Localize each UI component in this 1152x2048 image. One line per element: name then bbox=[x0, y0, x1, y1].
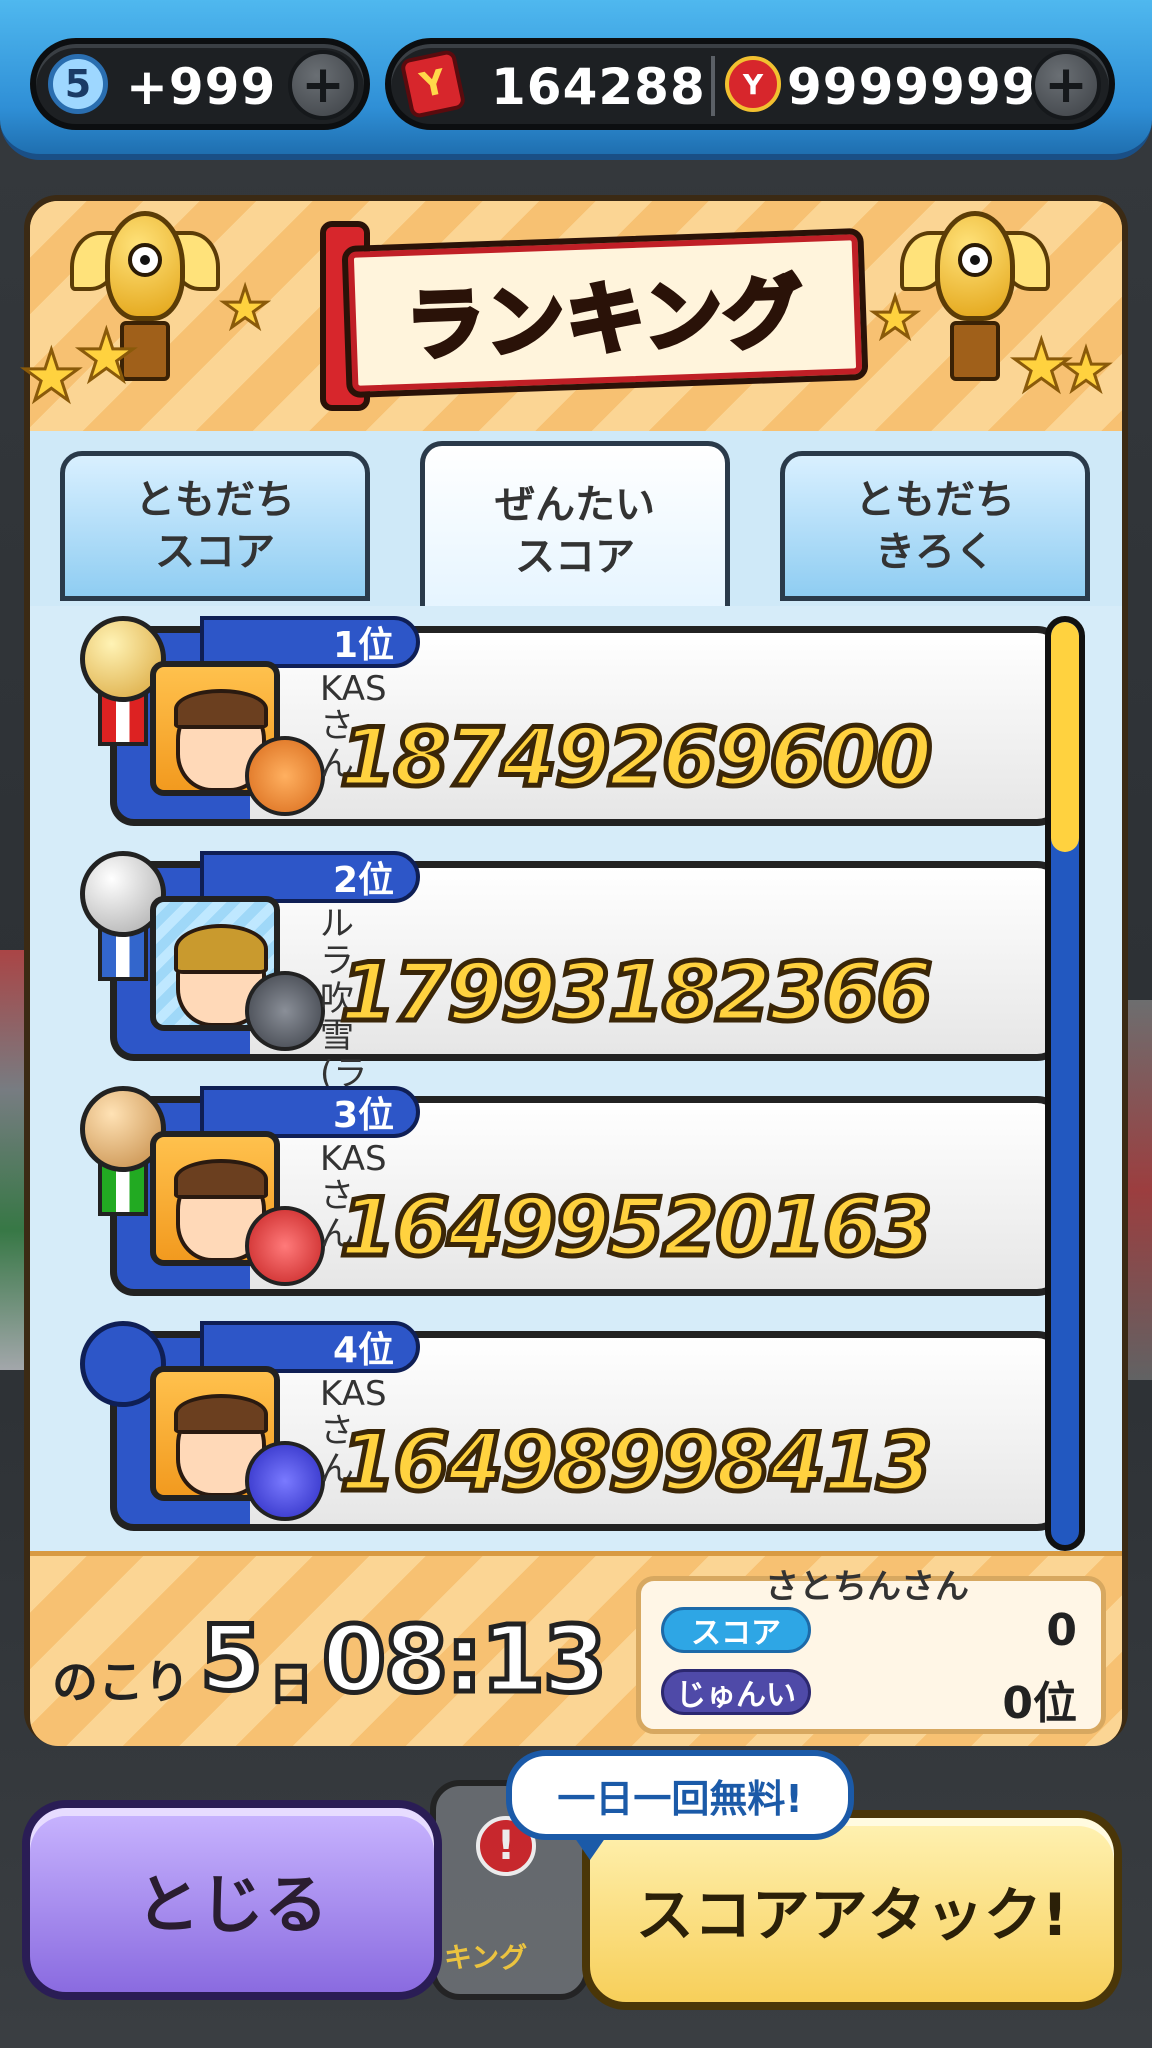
player-score: 16499520163 bbox=[337, 1179, 934, 1277]
tab-label: ともだち bbox=[135, 477, 295, 523]
status-bar: 5 +999 + Y 164288 Y 9999999 + bbox=[0, 0, 1152, 160]
yokai-icon bbox=[245, 971, 325, 1051]
plus-icon: + bbox=[301, 55, 345, 115]
tab-label: スコア bbox=[155, 529, 275, 575]
tab-label: ともだち bbox=[855, 477, 1015, 523]
spirit-flame-icon: 5 bbox=[48, 54, 108, 114]
ranking-footer: のこり 5 日 08:13 さとちんさん スコア 0 じゅんい 0位 bbox=[30, 1551, 1122, 1746]
player-score: 17993182366 bbox=[337, 944, 934, 1042]
tab-friend-record[interactable]: ともだち きろく bbox=[780, 451, 1090, 601]
score-attack-button[interactable]: スコアアタック! bbox=[582, 1810, 1122, 2010]
yokai-icon bbox=[245, 1441, 325, 1521]
remaining-time: 08:13 bbox=[320, 1604, 610, 1716]
close-button[interactable]: とじる bbox=[22, 1800, 442, 2000]
currency-divider bbox=[711, 56, 715, 116]
title-scroll: ランキング bbox=[320, 221, 869, 411]
ranking-header: ★ ★ ★ ランキング ★ ★ ★ bbox=[19, 201, 1122, 431]
bottom-actions: ! キング とじる スコアアタック! 一日一回無料! bbox=[0, 1750, 1152, 2048]
ranking-row[interactable]: 2位 ルラ吹雪(ライト) 17993182366 bbox=[80, 851, 1065, 1167]
title-banner: ランキング bbox=[341, 227, 869, 399]
star-icon: ★ bbox=[1059, 336, 1114, 404]
yokai-icon bbox=[245, 736, 325, 816]
tab-friend-score[interactable]: ともだち スコア bbox=[60, 451, 370, 601]
plus-icon: + bbox=[1044, 55, 1088, 115]
days-unit: 日 bbox=[268, 1657, 314, 1711]
ranking-list[interactable]: 1位 KASさん 18749269600 2位 ルラ吹雪(ライト) 179931… bbox=[30, 606, 1122, 1566]
ranking-row[interactable]: 3位 KASさん 16499520163 bbox=[80, 1086, 1065, 1296]
page-title: ランキング bbox=[402, 266, 808, 375]
score-attack-label: スコアアタック! bbox=[635, 1881, 1069, 1949]
tab-overall-score[interactable]: ぜんたい スコア bbox=[420, 441, 730, 616]
badge-label: キング bbox=[444, 1941, 528, 1974]
yokai-icon bbox=[245, 1206, 325, 1286]
star-icon: ★ bbox=[218, 276, 271, 341]
my-rank: 0位 bbox=[1002, 1678, 1077, 1729]
coin-amount: 9999999 bbox=[787, 58, 1038, 116]
add-coins-button[interactable]: + bbox=[1031, 50, 1101, 120]
money-icon: Y bbox=[399, 48, 467, 120]
scrollbar-thumb[interactable] bbox=[1051, 622, 1079, 852]
y-coin-icon: Y bbox=[725, 56, 781, 112]
ranking-row[interactable]: 4位 KASさん 16498998413 bbox=[80, 1321, 1065, 1531]
my-score: 0 bbox=[1046, 1605, 1077, 1656]
star-icon: ★ bbox=[19, 335, 85, 417]
spirit-count: +999 bbox=[126, 58, 277, 116]
tab-label: スコア bbox=[515, 534, 635, 580]
ranking-panel: ★ ★ ★ ランキング ★ ★ ★ ともだち スコア ぜんたい スコア ともだち… bbox=[19, 195, 1128, 1746]
tab-label: ぜんたい bbox=[495, 482, 655, 528]
free-once-daily-bubble: 一日一回無料! bbox=[506, 1750, 854, 1860]
tab-label: きろく bbox=[875, 529, 995, 575]
star-icon: ★ bbox=[74, 315, 140, 397]
player-score: 18749269600 bbox=[337, 709, 934, 807]
close-button-label: とじる bbox=[136, 1869, 328, 1943]
free-once-daily-label: 一日一回無料! bbox=[557, 1776, 803, 1821]
money-amount: 164288 bbox=[491, 58, 706, 116]
list-scrollbar[interactable] bbox=[1045, 616, 1085, 1551]
player-score: 16498998413 bbox=[337, 1414, 934, 1512]
my-player-name: さとちんさん bbox=[765, 1567, 969, 1607]
my-record-box: さとちんさん スコア 0 じゅんい 0位 bbox=[636, 1567, 1106, 1734]
spirit-counter: 5 +999 + bbox=[30, 38, 370, 130]
star-icon: ★ bbox=[868, 286, 921, 351]
rank-tag: じゅんい bbox=[661, 1669, 811, 1715]
currency-counter: Y 164288 Y 9999999 + bbox=[385, 38, 1115, 130]
score-tag: スコア bbox=[661, 1607, 811, 1653]
remaining-days: 5 bbox=[198, 1604, 266, 1714]
remaining-label: のこり bbox=[52, 1655, 190, 1709]
background-right-edge bbox=[1126, 1000, 1152, 1380]
add-spirit-button[interactable]: + bbox=[288, 50, 358, 120]
spirit-level: 5 bbox=[64, 62, 92, 106]
ranking-row[interactable]: 1位 KASさん 18749269600 bbox=[80, 616, 1065, 826]
